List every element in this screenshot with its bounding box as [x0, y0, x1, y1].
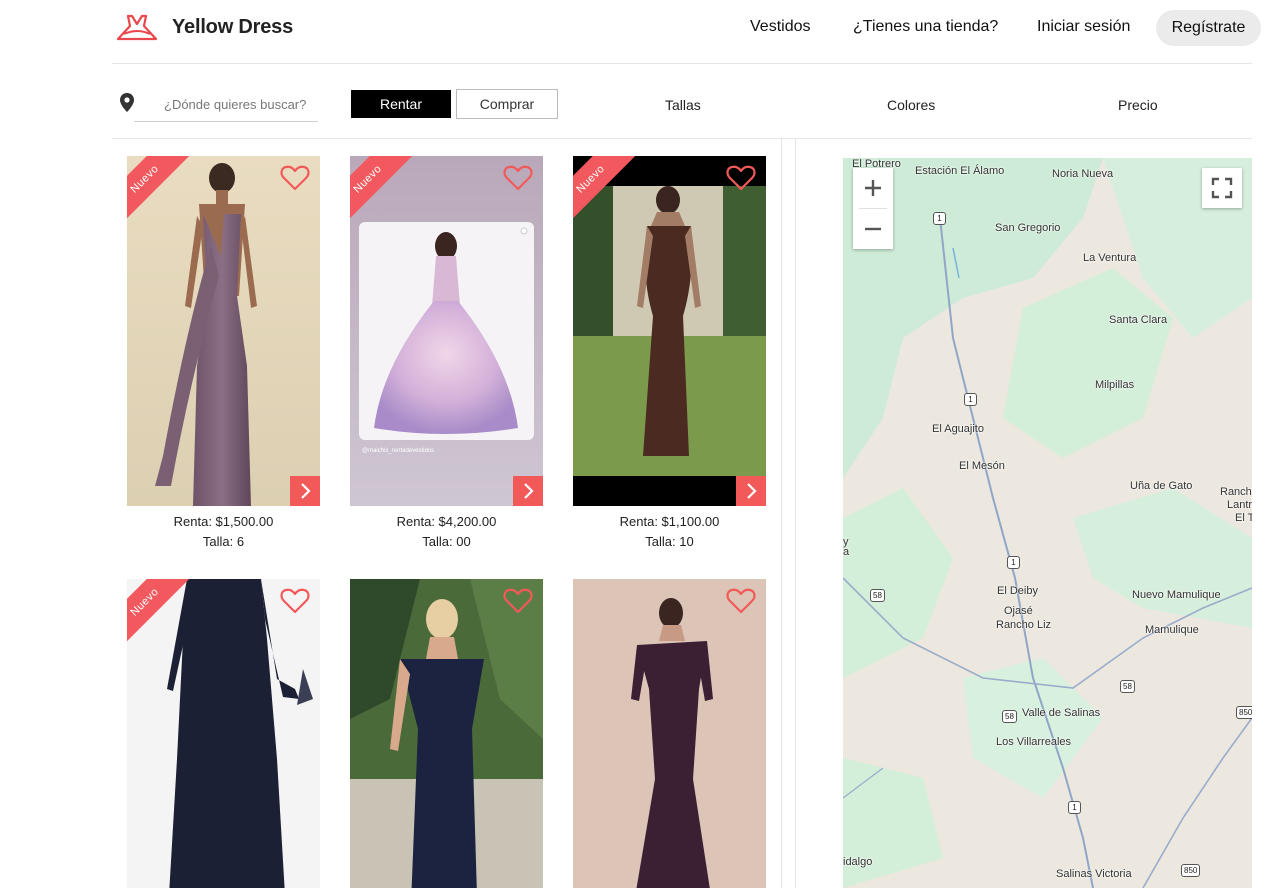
map-place-label: San Gregorio: [995, 222, 1061, 234]
route-shield: 58: [870, 589, 885, 602]
map-place-label: El Aguajito: [932, 423, 984, 435]
dress-photo[interactable]: [350, 579, 543, 888]
dress-photo[interactable]: @maichis_rentadevestidos Nuevo: [350, 156, 543, 506]
rent-price: Renta: $4,200.00: [396, 514, 497, 529]
fullscreen-button[interactable]: [1202, 168, 1242, 208]
new-badge: Nuevo: [127, 579, 195, 647]
colors-filter[interactable]: Colores: [887, 97, 935, 113]
results-divider: [781, 139, 782, 888]
map-place-label: idalgo: [843, 856, 873, 868]
map-place-label: Ojasé: [1004, 605, 1033, 617]
dress-image: [573, 579, 766, 888]
dress-card[interactable]: [350, 579, 543, 888]
route-shield: 1: [933, 212, 946, 225]
new-badge: Nuevo: [350, 156, 418, 224]
map-place-label: Valle de Salinas: [1022, 707, 1101, 719]
dress-logo-icon[interactable]: [116, 12, 158, 42]
map-place-label: El Deiby: [997, 585, 1038, 597]
favorite-heart-icon[interactable]: [503, 164, 533, 192]
route-shield: 850: [1236, 706, 1252, 719]
route-shield: 1: [1007, 556, 1020, 569]
chevron-right-icon: [301, 483, 311, 499]
favorite-heart-icon[interactable]: [280, 587, 310, 615]
rent-price: Renta: $1,500.00: [173, 514, 274, 529]
map-place-label: El Mesón: [959, 460, 1005, 472]
minus-icon: [865, 227, 881, 231]
dress-image: [350, 579, 543, 888]
dress-card[interactable]: Nuevo: [127, 579, 320, 888]
rent-price: Renta: $1,100.00: [619, 514, 720, 529]
nav-dresses[interactable]: Vestidos: [750, 18, 810, 36]
location-pin-icon: [120, 93, 134, 112]
dress-photo[interactable]: Nuevo: [127, 156, 320, 506]
nav-login[interactable]: Iniciar sesión: [1037, 18, 1130, 36]
route-shield: 1: [1068, 801, 1081, 814]
map-place-label: Rancho Liz: [996, 619, 1052, 631]
dress-photo[interactable]: Nuevo: [127, 579, 320, 888]
favorite-heart-icon[interactable]: [726, 587, 756, 615]
map-place-label: Mamulique: [1145, 624, 1199, 636]
route-shield: 850: [1181, 864, 1201, 877]
map-place-label: Uña de Gato: [1130, 480, 1193, 492]
rent-toggle-button[interactable]: Rentar: [351, 90, 451, 118]
results-map[interactable]: El Potrero Estación El Álamo Noria Nueva…: [843, 158, 1252, 888]
next-photo-button[interactable]: [290, 476, 320, 506]
map-place-label: Milpillas: [1095, 379, 1135, 391]
price-filter[interactable]: Precio: [1118, 97, 1158, 113]
map-place-label: Estación El Álamo: [915, 165, 1005, 177]
header-divider: [112, 63, 1252, 64]
map-place-label: El T: [1235, 512, 1252, 524]
map-place-label: Noria Nueva: [1052, 168, 1114, 180]
dress-size: Talla: 6: [202, 534, 245, 549]
favorite-heart-icon[interactable]: [280, 164, 310, 192]
fullscreen-icon: [1211, 177, 1233, 199]
sizes-filter[interactable]: Tallas: [665, 97, 701, 113]
brand-name[interactable]: Yellow Dress: [172, 16, 293, 39]
plus-icon: [865, 180, 881, 196]
map-terrain: [843, 158, 1252, 888]
favorite-heart-icon[interactable]: [503, 587, 533, 615]
chevron-right-icon: [524, 483, 534, 499]
chevron-right-icon: [747, 483, 757, 499]
next-photo-button[interactable]: [736, 476, 766, 506]
photo-watermark: @maichis_rentadevestidos: [362, 448, 434, 454]
dress-card[interactable]: [573, 579, 766, 888]
map-place-label: a: [843, 546, 850, 558]
route-shield: 1: [964, 393, 977, 406]
map-place-label: Nuevo Mamulique: [1132, 589, 1221, 601]
map-divider: [795, 139, 796, 888]
map-place-label: Salinas Victoria: [1056, 868, 1132, 880]
location-search-input[interactable]: [134, 88, 318, 122]
zoom-out-button[interactable]: [853, 209, 893, 249]
favorite-heart-icon[interactable]: [726, 164, 756, 192]
map-place-label: Ranch: [1220, 486, 1252, 498]
nav-store[interactable]: ¿Tienes una tienda?: [853, 18, 998, 36]
dress-card[interactable]: @maichis_rentadevestidos Nuevo Renta: $4…: [350, 156, 543, 549]
new-badge: Nuevo: [127, 156, 195, 224]
filter-divider: [112, 138, 1252, 139]
dress-size: Talla: 00: [422, 534, 471, 549]
dress-card[interactable]: Nuevo Renta: $1,500.00 Talla: 6: [127, 156, 320, 549]
new-badge: Nuevo: [573, 156, 641, 224]
zoom-in-button[interactable]: [853, 168, 893, 208]
register-button[interactable]: Regístrate: [1156, 10, 1261, 46]
map-place-label: Santa Clara: [1109, 314, 1168, 326]
dress-photo[interactable]: [573, 579, 766, 888]
next-photo-button[interactable]: [513, 476, 543, 506]
route-shield: 58: [1002, 710, 1017, 723]
zoom-control: [853, 168, 893, 249]
map-place-label: La Ventura: [1083, 252, 1137, 264]
map-place-label: Los Villarreales: [996, 736, 1072, 748]
dress-size: Talla: 10: [645, 534, 694, 549]
dress-photo[interactable]: Nuevo: [573, 156, 766, 506]
buy-toggle-button[interactable]: Comprar: [456, 89, 558, 119]
dress-card[interactable]: Nuevo Renta: $1,100.00 Talla: 10: [573, 156, 766, 549]
map-place-label: Lantris: [1227, 499, 1252, 511]
top-header: Yellow Dress Vestidos ¿Tienes una tienda…: [0, 0, 1272, 64]
route-shield: 58: [1120, 680, 1135, 693]
